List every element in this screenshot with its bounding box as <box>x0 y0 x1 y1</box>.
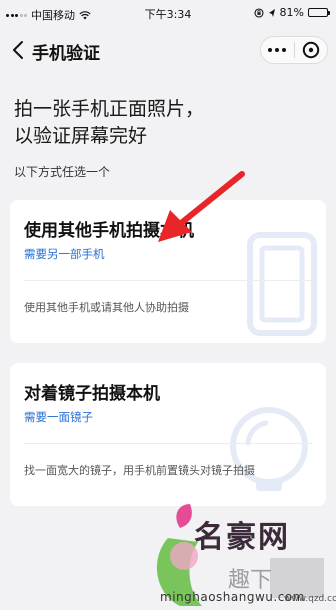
option-description: 使用其他手机或请其他人协助拍摄 <box>24 301 189 314</box>
battery-icon <box>308 8 330 17</box>
page-title: 手机验证 <box>32 44 100 64</box>
more-dot <box>275 48 280 52</box>
chevron-left-icon <box>13 41 23 59</box>
card-divider <box>24 280 312 281</box>
option-requirement-link[interactable]: 需要另一部手机 <box>24 246 105 262</box>
option-title: 对着镜子拍摄本机 <box>24 384 160 404</box>
more-dot <box>282 48 287 52</box>
card-divider <box>24 443 312 444</box>
close-circle-icon <box>302 41 319 59</box>
more-dot <box>268 48 273 52</box>
lock-rotation-icon <box>253 7 264 18</box>
close-button[interactable] <box>295 41 328 59</box>
watermark-brand: 名豪网 <box>194 520 290 555</box>
option-requirement-link[interactable]: 需要一面镜子 <box>24 409 93 425</box>
watermark-url-secondary: www.qzd.com <box>284 594 336 604</box>
phone-outline-icon <box>247 232 317 336</box>
back-button[interactable] <box>8 38 28 62</box>
status-bar-right: 81% <box>253 6 330 19</box>
nav-bar: 手机验证 <box>0 28 336 72</box>
red-arrow-annotation <box>158 171 245 242</box>
option-card-mirror[interactable]: 对着镜子拍摄本机 需要一面镜子 找一面宽大的镜子，用手机前置镜头对镜子拍摄 <box>10 363 326 506</box>
option-description: 找一面宽大的镜子，用手机前置镜头对镜子拍摄 <box>24 464 255 477</box>
page-headline: 拍一张手机正面照片， 以验证屏幕完好 <box>14 98 205 147</box>
options-hint: 以下方式任选一个 <box>14 165 111 179</box>
battery-percent: 81% <box>279 6 304 19</box>
status-bar: 中国移动 下午3:34 81% <box>0 0 336 26</box>
more-button[interactable] <box>261 48 294 52</box>
mirror-outline-icon <box>230 407 308 491</box>
location-icon <box>268 8 275 17</box>
mini-program-capsule <box>260 36 328 64</box>
